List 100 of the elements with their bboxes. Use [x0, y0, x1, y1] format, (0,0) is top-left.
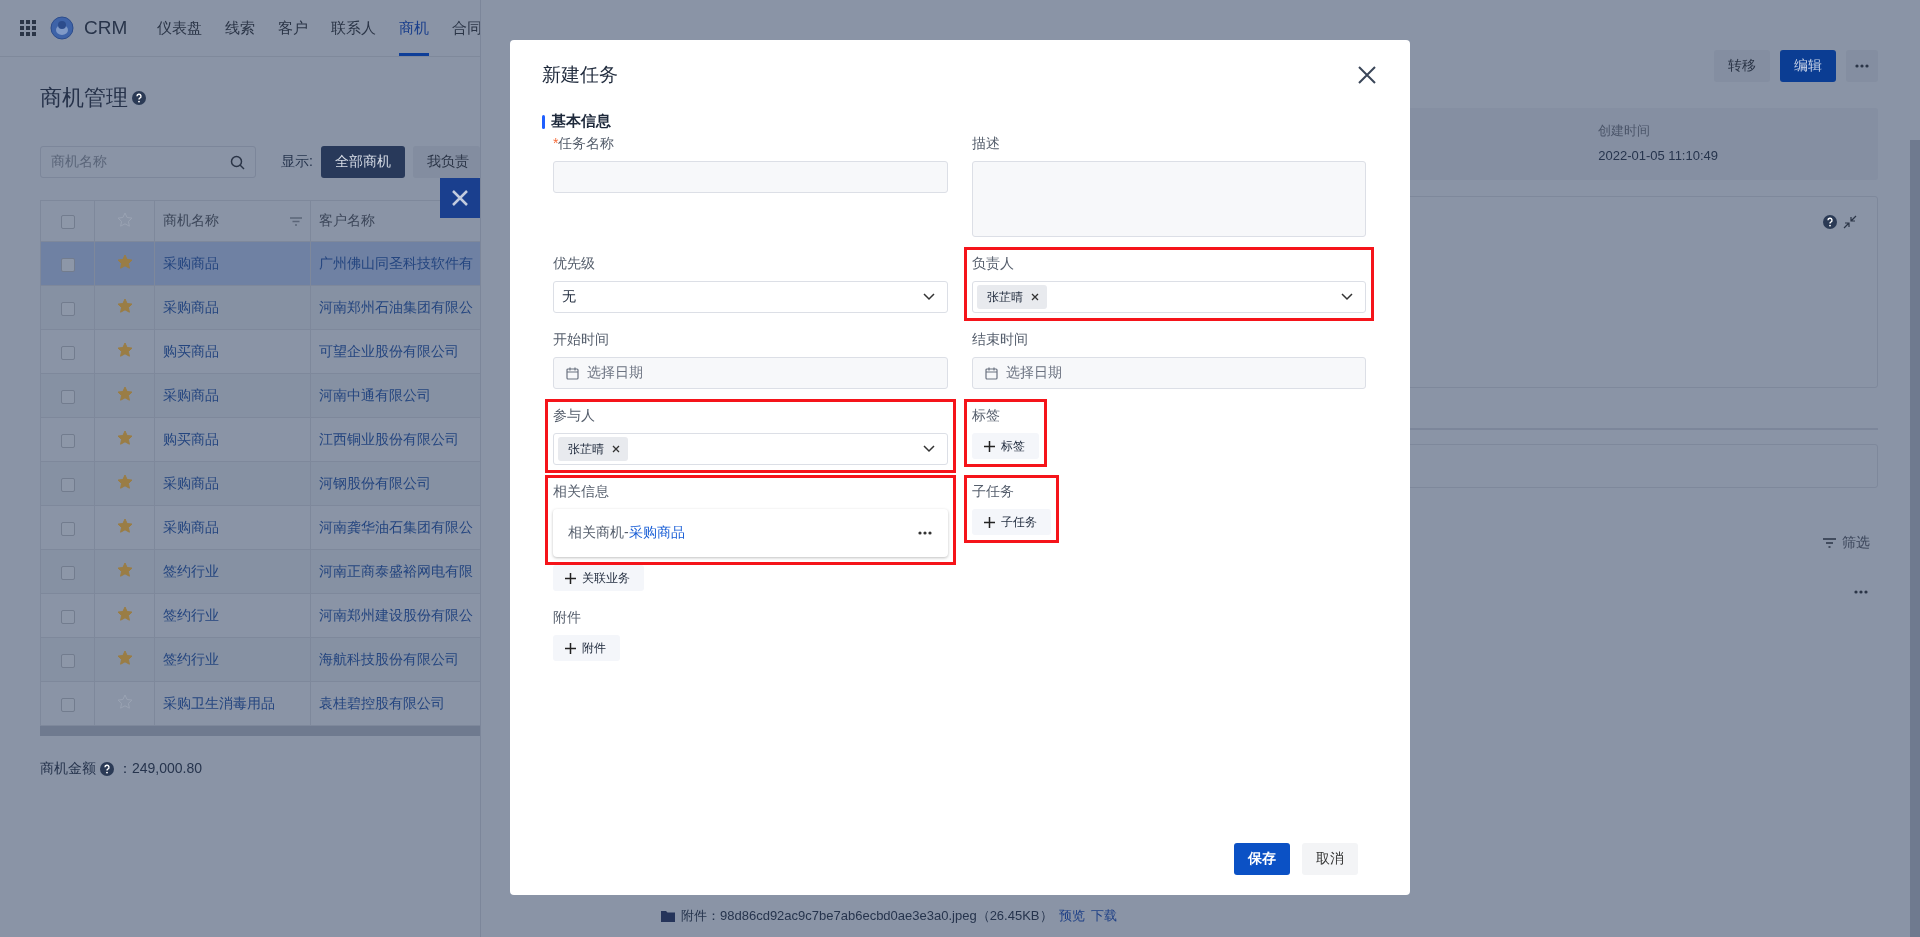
field-label: 子任务 — [971, 483, 1015, 501]
section-title: 基本信息 — [551, 112, 611, 131]
star-icon[interactable] — [116, 298, 133, 314]
select-all-checkbox[interactable] — [60, 215, 75, 230]
opportunity-link[interactable]: 采购商品 — [163, 474, 219, 491]
save-button[interactable]: 保存 — [1234, 843, 1290, 875]
help-icon[interactable] — [1823, 215, 1837, 229]
attachment-name: 附件：98d86cd92ac9c7be7ab6ecbd0ae3e3a0.jpeg（26.45KB） — [681, 907, 1053, 925]
filter-button[interactable]: 我负责 — [413, 146, 480, 178]
opportunity-link[interactable]: 购买商品 — [163, 430, 219, 447]
filter-icon[interactable] — [1823, 538, 1836, 548]
related-link[interactable]: 采购商品 — [628, 524, 685, 540]
related-text: 相关商机-采购商品 — [568, 524, 685, 542]
select-field[interactable]: 无 — [553, 281, 948, 313]
field-label: 附件 — [553, 609, 582, 627]
opportunity-link[interactable]: 采购商品 — [163, 518, 219, 535]
select-field[interactable]: 张芷晴 — [553, 433, 948, 465]
row-checkbox[interactable] — [60, 653, 75, 668]
nav-tab[interactable]: 联系人 — [331, 0, 377, 56]
field-label: *任务名称 — [553, 135, 616, 153]
row-checkbox[interactable] — [60, 389, 75, 404]
nav-tab[interactable]: 线索 — [225, 0, 256, 56]
plus-icon — [983, 440, 995, 452]
close-button[interactable] — [440, 178, 480, 218]
star-icon[interactable] — [116, 606, 133, 622]
row-checkbox[interactable] — [60, 345, 75, 360]
opportunity-link[interactable]: 签约行业 — [163, 562, 219, 579]
star-icon[interactable] — [116, 342, 133, 358]
scrollbar[interactable] — [1910, 140, 1920, 937]
close-icon — [451, 189, 469, 207]
summary-label: 商机金额 — [40, 760, 96, 778]
date-field[interactable]: 选择日期 — [553, 357, 948, 389]
cancel-button[interactable]: 取消 — [1302, 843, 1358, 875]
star-icon[interactable] — [116, 650, 133, 666]
row-checkbox[interactable] — [60, 301, 75, 316]
task-name-field[interactable] — [553, 161, 948, 193]
summary-value: ：249,000.80 — [118, 760, 203, 778]
collapse-icon[interactable] — [1843, 215, 1857, 229]
more-button[interactable] — [1846, 50, 1878, 82]
row-checkbox[interactable] — [60, 521, 75, 536]
field-label: 参与人 — [553, 407, 596, 425]
opportunity-link[interactable]: 采购商品 — [163, 386, 219, 403]
filter-link[interactable]: 筛选 — [1842, 534, 1870, 552]
calendar-icon — [984, 366, 998, 380]
field-label: 相关信息 — [553, 483, 610, 501]
chevron-down-icon — [922, 445, 935, 453]
description-field[interactable] — [971, 161, 1366, 237]
row-checkbox[interactable] — [60, 609, 75, 624]
filter-button[interactable]: 全部商机 — [321, 146, 405, 178]
edit-button[interactable]: 编辑 — [1780, 50, 1836, 82]
nav-tab[interactable]: 仪表盘 — [157, 0, 203, 56]
attachment-link[interactable]: 下载 — [1090, 907, 1117, 925]
person-tag[interactable]: 张芷晴 — [976, 285, 1047, 309]
help-icon[interactable] — [132, 91, 146, 105]
row-checkbox[interactable] — [60, 257, 75, 272]
add-button[interactable]: 标签 — [971, 433, 1039, 459]
field-label: 结束时间 — [971, 331, 1029, 349]
opportunity-link[interactable]: 签约行业 — [163, 606, 219, 623]
brand-name: CRM — [84, 17, 128, 39]
close-button[interactable] — [1358, 66, 1376, 84]
row-checkbox[interactable] — [60, 565, 75, 580]
star-icon[interactable] — [116, 562, 133, 578]
nav-tab[interactable]: 客户 — [278, 0, 309, 56]
person-tag[interactable]: 张芷晴 — [558, 437, 628, 461]
star-icon[interactable] — [116, 430, 133, 446]
row-checkbox[interactable] — [60, 433, 75, 448]
nav-tab[interactable]: 合同 — [452, 0, 483, 56]
add-button[interactable]: 附件 — [553, 635, 620, 661]
select-field[interactable]: 张芷晴 — [971, 281, 1366, 313]
nav-tab[interactable]: 商机 — [399, 0, 430, 56]
opportunity-link[interactable]: 采购商品 — [163, 254, 219, 271]
filter-icon[interactable] — [290, 216, 302, 226]
opportunity-link[interactable]: 签约行业 — [163, 650, 219, 667]
field-label: 开始时间 — [553, 331, 610, 349]
transfer-button[interactable]: 转移 — [1714, 50, 1770, 82]
dialog-title: 新建任务 — [542, 63, 618, 87]
apps-grid-icon[interactable] — [20, 20, 36, 36]
search-icon — [230, 154, 246, 170]
row-checkbox[interactable] — [60, 697, 75, 712]
star-icon[interactable] — [116, 254, 133, 270]
opportunity-link[interactable]: 购买商品 — [163, 342, 219, 359]
chevron-down-icon — [1341, 293, 1353, 301]
help-icon[interactable] — [100, 762, 114, 776]
remove-icon[interactable] — [612, 445, 620, 453]
remove-icon[interactable] — [1030, 293, 1039, 301]
row-checkbox[interactable] — [60, 477, 75, 492]
add-button[interactable]: 关联业务 — [553, 565, 644, 591]
star-icon[interactable] — [116, 474, 133, 490]
scrollbar[interactable] — [40, 726, 480, 736]
field-label: 标签 — [971, 407, 1001, 425]
date-field[interactable]: 选择日期 — [971, 357, 1366, 389]
star-icon[interactable] — [116, 518, 133, 534]
field-label: 优先级 — [553, 255, 596, 273]
opportunity-link[interactable]: 采购商品 — [163, 298, 219, 315]
add-button[interactable]: 子任务 — [971, 509, 1051, 535]
logo-icon — [50, 16, 74, 40]
more-icon[interactable] — [917, 531, 932, 535]
star-icon[interactable] — [116, 386, 133, 402]
attachment-link[interactable]: 预览 — [1058, 907, 1085, 925]
calendar-icon — [566, 366, 579, 380]
